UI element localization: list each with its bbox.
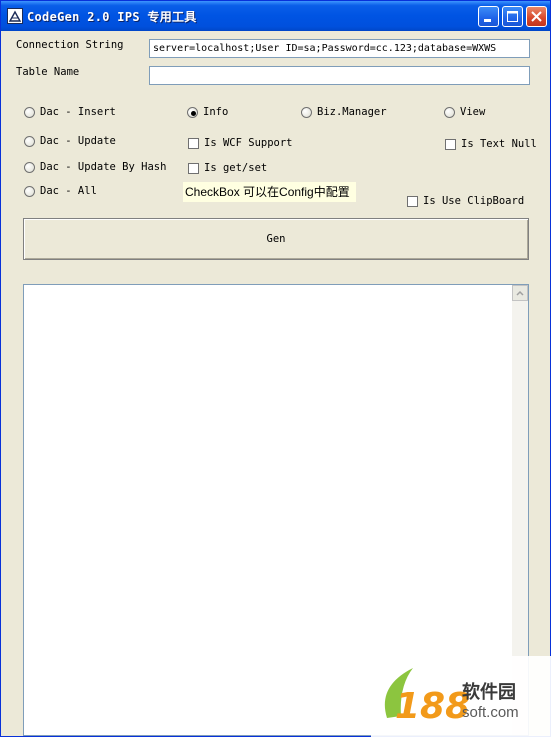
app-icon[interactable] — [7, 8, 23, 24]
watermark-cn-text: 软件园 — [462, 682, 516, 703]
scroll-up-arrow-icon — [516, 290, 524, 296]
watermark-en-text: soft.com — [462, 704, 519, 721]
table-name-input[interactable] — [149, 66, 530, 85]
title-bar[interactable]: CodeGen 2.0 IPS 专用工具 — [1, 1, 550, 31]
checkbox — [188, 138, 199, 149]
maximize-icon — [507, 11, 518, 22]
close-icon — [531, 11, 542, 22]
scroll-up-button[interactable] — [512, 285, 528, 301]
checkbox — [188, 163, 199, 174]
checkbox — [407, 196, 418, 207]
checkbox — [445, 139, 456, 150]
radio-dac-all-label: Dac - All — [40, 185, 97, 197]
check-wcf-support-label: Is WCF Support — [204, 137, 293, 149]
form-area: Connection String server=localhost;User … — [1, 31, 550, 736]
radio-selected-dot — [191, 111, 196, 116]
table-name-label: Table Name — [16, 66, 80, 78]
radio-dac-update-label: Dac - Update — [40, 135, 116, 147]
check-text-null-label: Is Text Null — [461, 138, 537, 150]
window-title: CodeGen 2.0 IPS 专用工具 — [27, 10, 197, 24]
radio-circle — [24, 136, 35, 147]
check-get-set-label: Is get/set — [204, 162, 268, 174]
radio-dac-insert-label: Dac - Insert — [40, 106, 116, 118]
connection-string-input[interactable]: server=localhost;User ID=sa;Password=cc.… — [149, 39, 530, 58]
close-button[interactable] — [526, 6, 547, 27]
minimize-icon — [484, 19, 491, 22]
radio-circle — [24, 186, 35, 197]
check-use-clipboard-label: Is Use ClipBoard — [423, 195, 525, 207]
radio-view-label: View — [460, 106, 486, 118]
radio-circle — [444, 107, 455, 118]
radio-circle — [301, 107, 312, 118]
maximize-button[interactable] — [502, 6, 523, 27]
radio-info-label: Info — [203, 106, 229, 118]
main-window: CodeGen 2.0 IPS 专用工具 Connection String s… — [0, 0, 551, 737]
radio-biz-manager-label: Biz.Manager — [317, 106, 387, 118]
radio-circle — [24, 162, 35, 173]
svg-text:188: 188 — [395, 686, 470, 727]
radio-circle — [24, 107, 35, 118]
radio-circle — [187, 107, 198, 118]
watermark: 188 软件园 soft.com — [371, 656, 551, 737]
gen-button[interactable]: Gen — [23, 218, 529, 260]
radio-dac-update-by-hash-label: Dac - Update By Hash — [40, 161, 167, 173]
watermark-logo-icon: 188 — [384, 668, 470, 727]
config-note: CheckBox 可以在Config中配置 — [183, 182, 356, 202]
connection-string-label: Connection String — [16, 39, 124, 51]
minimize-button[interactable] — [478, 6, 499, 27]
